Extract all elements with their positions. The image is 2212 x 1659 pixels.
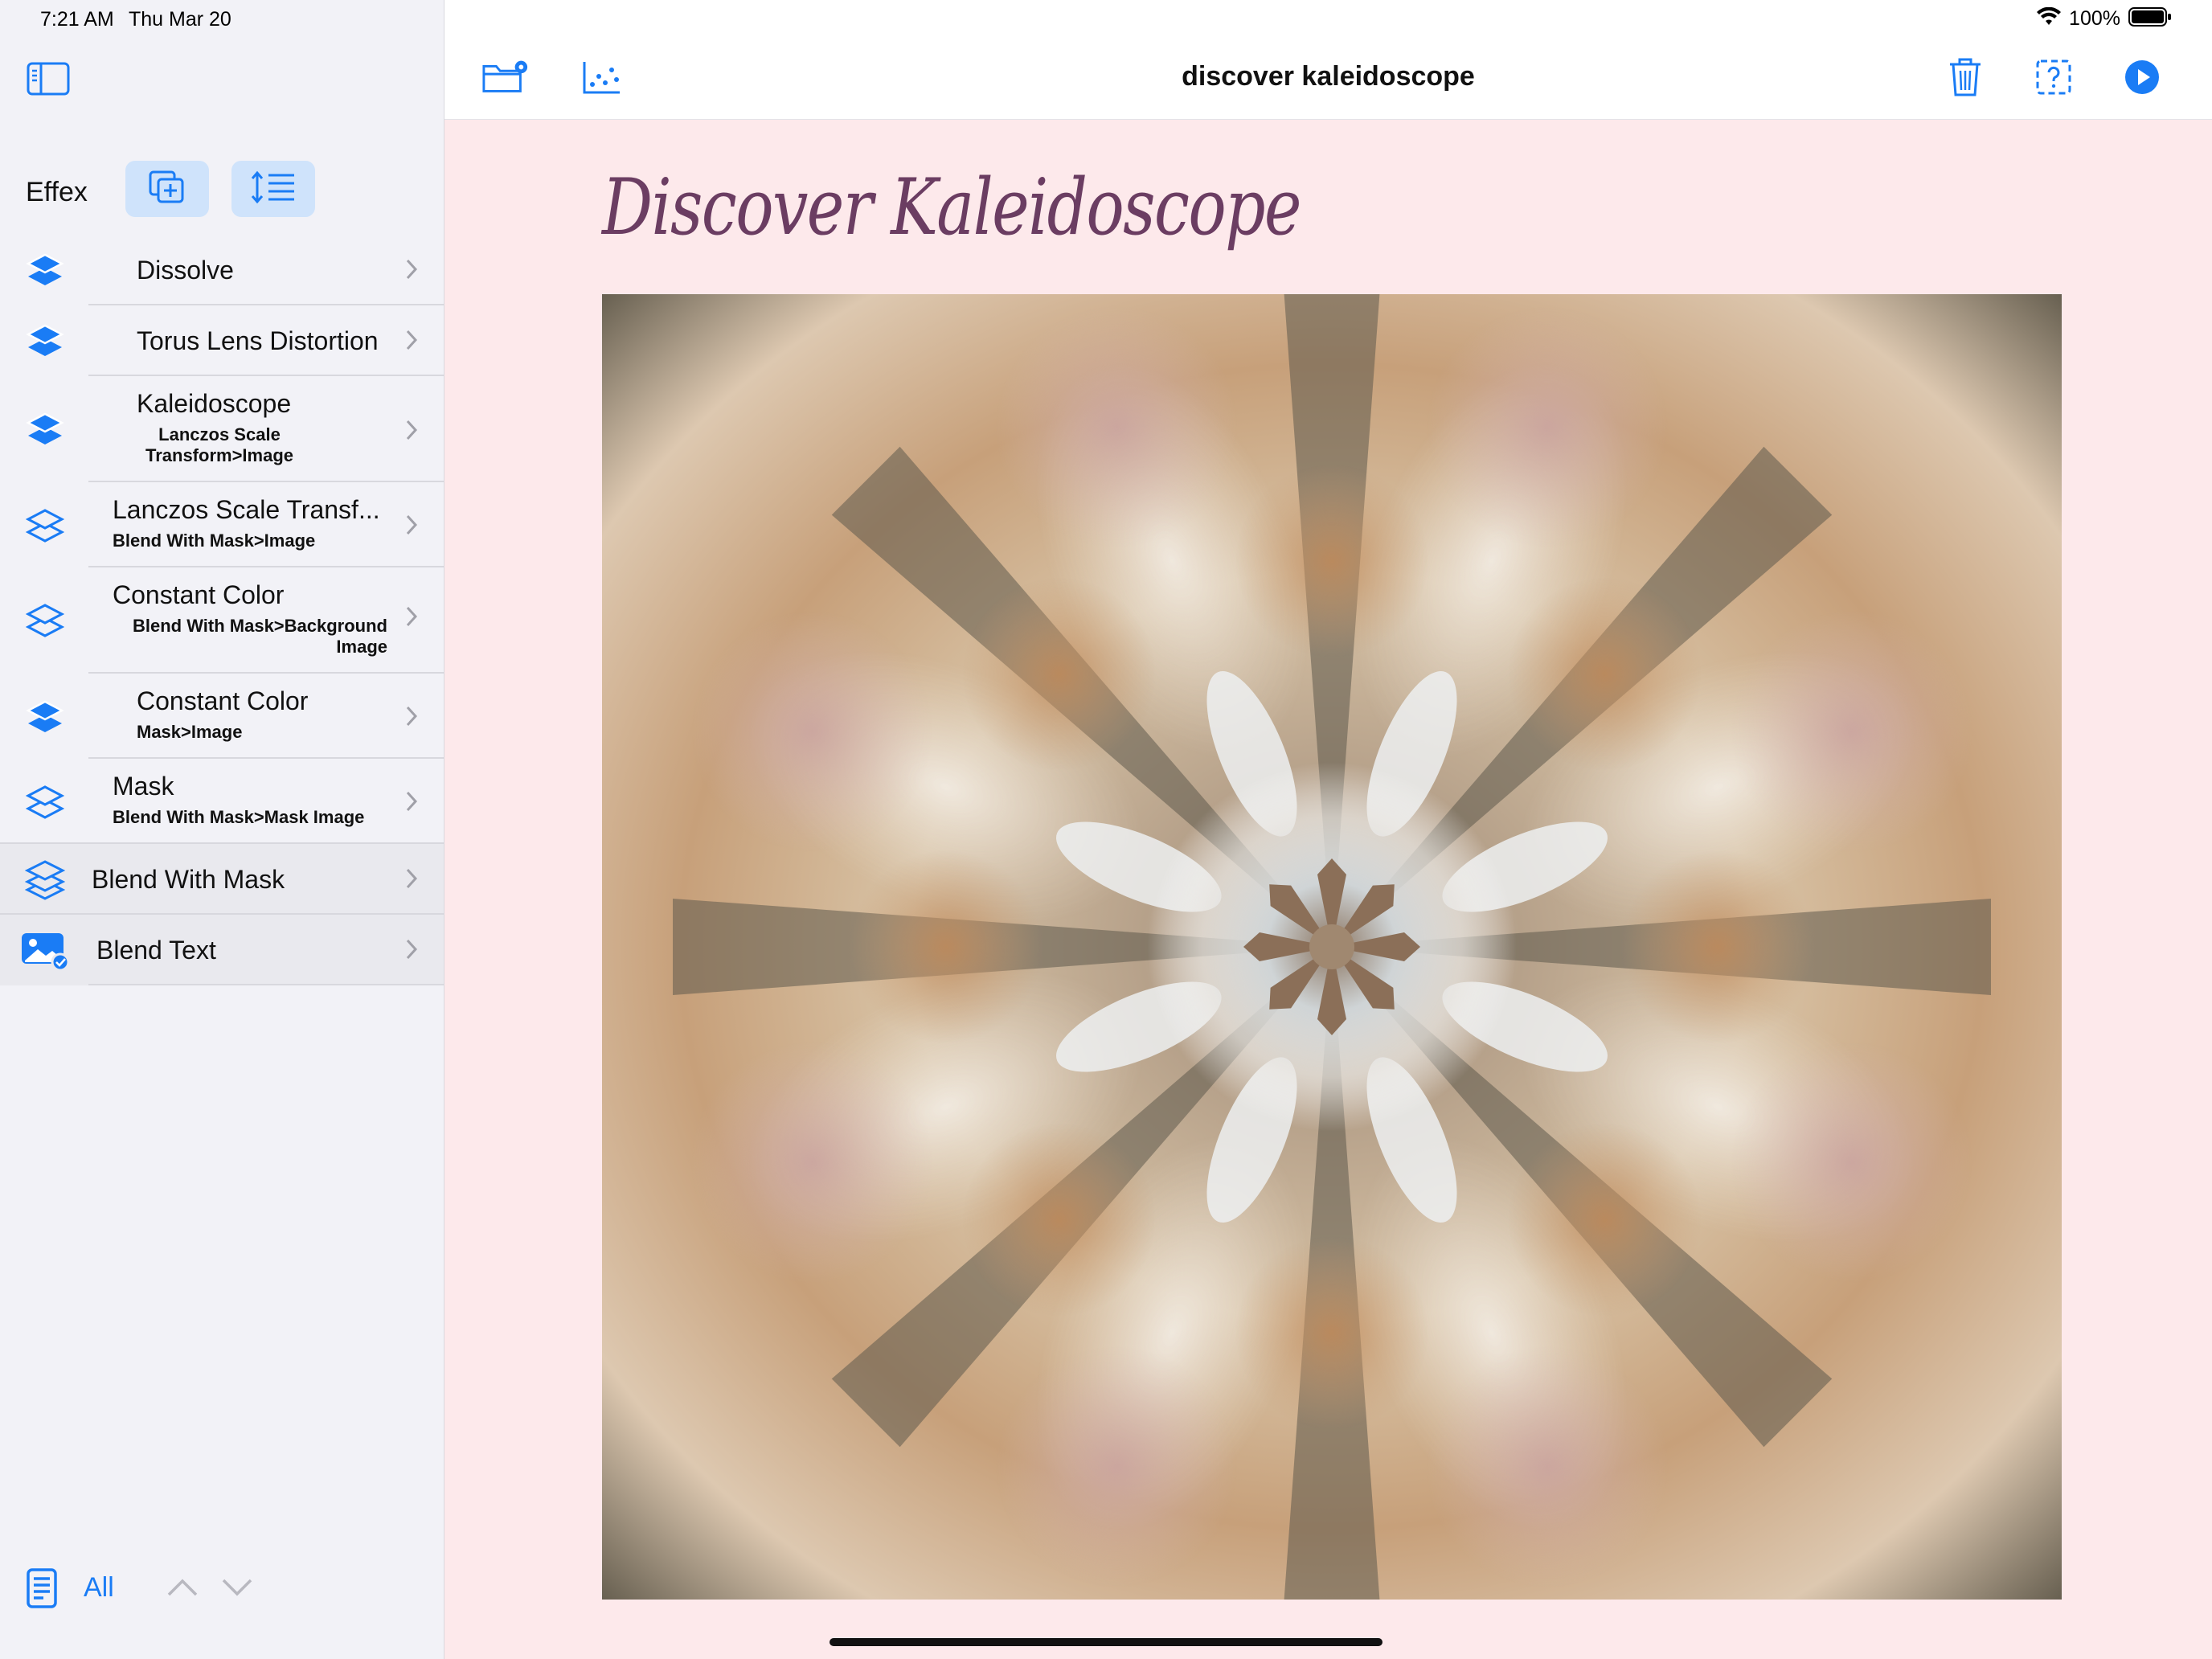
layers-stack-icon [18,855,72,903]
status-right: 100% [2037,6,2172,31]
chevron-right-icon [406,706,418,727]
home-indicator [830,1638,1382,1646]
chevron-right-icon [406,939,418,960]
chevron-up-icon[interactable] [166,1577,199,1602]
item-title: Blend Text [96,936,216,965]
item-subtitle: Blend With Mask>Image [113,530,316,551]
list-item[interactable]: Blend Text [0,915,444,985]
help-icon[interactable] [2030,55,2078,100]
layers-filled-icon [18,317,72,365]
item-title: Torus Lens Distortion [137,326,379,355]
reorder-button[interactable] [231,161,315,217]
document-list-icon[interactable] [26,1567,58,1613]
list-item[interactable]: Constant Color Mask>Image [0,674,444,759]
item-subtitle: Blend With Mask>Mask Image [113,807,365,827]
trash-icon[interactable] [1941,55,1989,100]
item-subtitle: Blend With Mask>Background Image [132,616,387,657]
wifi-icon [2037,6,2062,31]
item-title: Mask [113,772,174,801]
item-title: Dissolve [137,256,234,285]
layers-outline-icon [18,778,72,826]
chevron-down-icon[interactable] [220,1577,254,1602]
layers-outline-icon [18,502,72,550]
sidebar-title: Effex [26,177,88,207]
chevron-right-icon [406,330,418,350]
play-icon[interactable] [2118,55,2166,100]
status-time: 7:21 AM [40,8,114,31]
item-title: Lanczos Scale Transf... [113,495,380,524]
list-item[interactable]: Kaleidoscope Lanczos Scale Transform>Ima… [0,376,444,482]
list-item[interactable]: Mask Blend With Mask>Mask Image [0,759,444,844]
item-title: Constant Color [113,580,285,609]
item-title: Kaleidoscope [137,389,292,418]
item-subtitle: Mask>Image [137,722,243,742]
photo-badge-icon [18,926,72,974]
chevron-right-icon [406,791,418,812]
item-subtitle: Lanczos Scale Transform>Image [145,424,293,465]
chevron-right-icon [406,259,418,280]
chevron-right-icon [406,606,418,627]
list-item[interactable]: Constant Color Blend With Mask>Backgroun… [0,567,444,674]
add-layer-button[interactable] [125,161,209,217]
sidebar-toggle-icon[interactable] [26,61,71,96]
layers-filled-icon [18,246,72,294]
add-layer-icon [147,169,187,210]
list-item[interactable]: Dissolve [0,235,444,305]
canvas-heading: Discover Kaleidoscope [602,162,1301,252]
status-bar: 7:21 AM Thu Mar 20 100% [0,0,2212,39]
chevron-right-icon [406,514,418,535]
list-item[interactable]: Torus Lens Distortion [0,305,444,376]
sidebar-header: Effex [0,158,444,222]
layers-outline-icon [18,596,72,645]
reorder-list-icon [249,169,297,210]
layers-filled-icon [18,693,72,741]
filter-all-button[interactable]: All [84,1572,114,1604]
battery-percent: 100% [2069,7,2120,30]
list-item[interactable]: Blend With Mask [0,844,444,915]
status-date: Thu Mar 20 [129,8,231,31]
item-title: Constant Color [137,686,309,715]
battery-icon [2128,6,2172,31]
sidebar-footer: All [0,1559,444,1616]
layers-filled-icon [18,405,72,453]
chevron-right-icon [406,868,418,889]
sidebar: Effex Dissolve Torus Lens Distortion Kal… [0,0,444,1659]
chevron-right-icon [406,420,418,440]
kaleidoscope-image[interactable] [602,294,2062,1600]
item-title: Blend With Mask [92,865,285,894]
list-item[interactable]: Lanczos Scale Transf... Blend With Mask>… [0,482,444,567]
divider [88,984,444,985]
main-area: discover kaleidoscope Discover Kaleidosc… [444,0,2212,1659]
